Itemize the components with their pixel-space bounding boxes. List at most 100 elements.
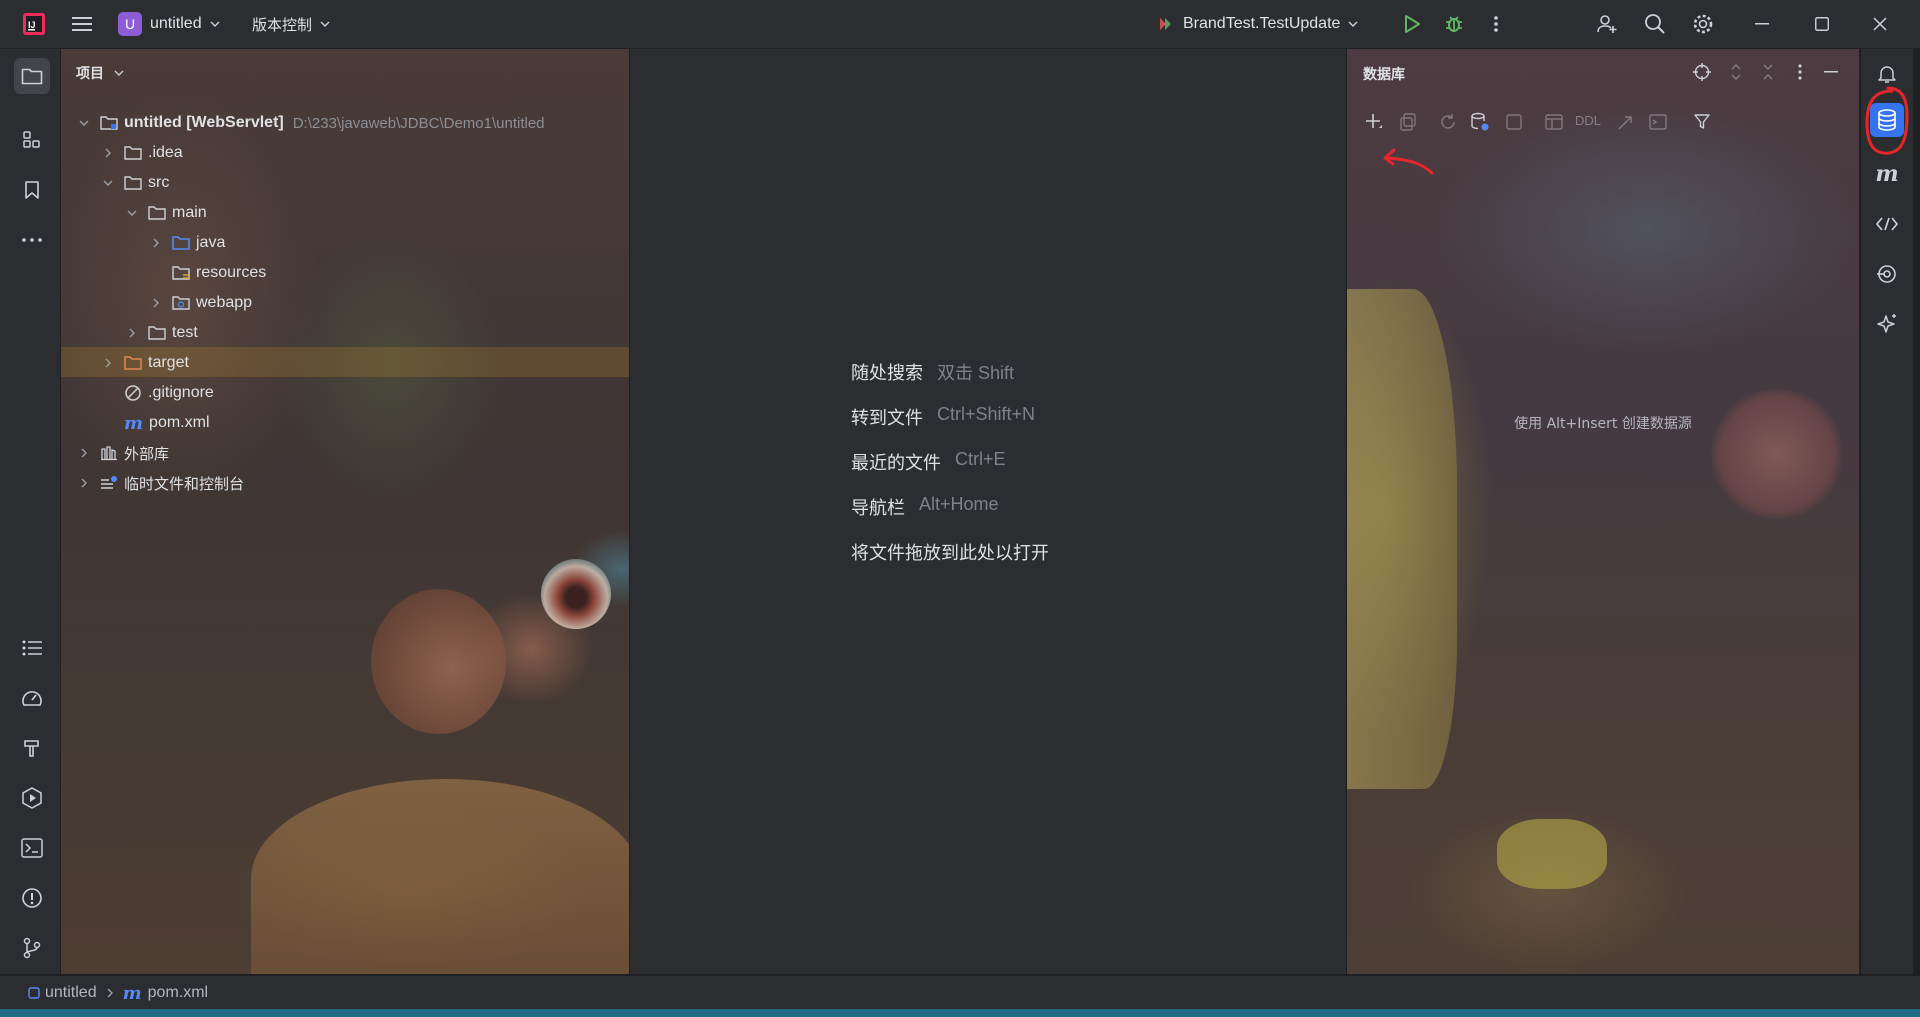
hint-label: 将文件拖放到此处以打开 — [851, 543, 1049, 564]
tree-row-external-libraries[interactable]: 外部库 — [76, 441, 169, 465]
chevron-right-icon[interactable] — [124, 325, 140, 341]
app-logo-icon[interactable]: IJ — [20, 10, 48, 38]
vcs-menu[interactable]: 版本控制 — [252, 0, 330, 48]
project-switcher[interactable]: U untitled — [118, 0, 220, 48]
breadcrumb-file[interactable]: pom.xml — [148, 984, 208, 1002]
tree-row-target[interactable]: target — [100, 351, 189, 375]
filter-icon[interactable] — [1691, 111, 1713, 133]
tree-row-resources[interactable]: resources — [172, 261, 266, 285]
excluded-folder-icon — [124, 355, 142, 371]
more-horizontal-icon[interactable] — [19, 227, 45, 253]
search-icon[interactable] — [1642, 12, 1668, 36]
problems-icon[interactable] — [19, 885, 45, 911]
tree-row-pom[interactable]: m pom.xml — [124, 411, 210, 435]
breadcrumb-project[interactable]: untitled — [45, 984, 97, 1002]
tree-label: main — [172, 204, 207, 221]
tree-row-gitignore[interactable]: .gitignore — [124, 381, 214, 405]
tree-row-main[interactable]: main — [124, 201, 207, 225]
refresh-icon[interactable] — [1437, 111, 1459, 133]
tree-row-project-root[interactable]: untitled [WebServlet] D:\233\javaweb\JDB… — [76, 111, 545, 135]
tree-row-java[interactable]: java — [148, 231, 225, 255]
terminal-icon[interactable] — [19, 835, 45, 861]
wallpaper-rock — [251, 779, 629, 974]
hamburger-menu-icon[interactable] — [70, 12, 94, 36]
debug-icon[interactable] — [1442, 12, 1466, 36]
tree-row-webapp[interactable]: webapp — [148, 291, 252, 315]
chevron-right-icon[interactable] — [148, 235, 164, 251]
project-panel-header[interactable]: 项目 — [76, 63, 124, 83]
tree-label: .gitignore — [148, 384, 214, 401]
chevron-right-icon[interactable] — [76, 475, 92, 491]
endpoints-icon[interactable] — [1874, 211, 1900, 237]
add-user-icon[interactable] — [1594, 12, 1620, 36]
project-badge: U — [118, 12, 142, 36]
table-icon[interactable] — [1543, 111, 1565, 133]
hide-panel-icon[interactable] — [1820, 61, 1842, 83]
git-icon[interactable] — [19, 935, 45, 961]
project-tool-window: 项目 untitled [WebServlet] D:\233\javaweb\… — [61, 49, 629, 974]
svg-text:IJ: IJ — [28, 20, 36, 30]
module-icon — [28, 987, 40, 999]
db-properties-icon[interactable] — [1469, 111, 1491, 133]
jump-icon[interactable] — [1615, 111, 1637, 133]
minimize-icon[interactable] — [1750, 12, 1774, 36]
tree-label: untitled [WebServlet] — [124, 114, 284, 131]
tree-row-test[interactable]: test — [124, 321, 198, 345]
chevron-right-icon — [107, 988, 113, 998]
library-icon — [100, 445, 118, 461]
more-vertical-icon[interactable] — [1486, 12, 1506, 36]
chevron-right-icon[interactable] — [100, 145, 116, 161]
tree-label: 外部库 — [124, 444, 170, 463]
hint-shortcut: Alt+Home — [919, 494, 999, 514]
services-icon[interactable] — [19, 785, 45, 811]
tree-row-scratches[interactable]: 临时文件和控制台 — [76, 471, 244, 495]
stop-icon[interactable] — [1503, 111, 1525, 133]
folder-icon[interactable] — [14, 58, 50, 94]
profiler-icon[interactable] — [19, 685, 45, 711]
chevron-right-icon[interactable] — [100, 355, 116, 371]
run-icon[interactable] — [1400, 12, 1424, 36]
maven-icon[interactable]: m — [1874, 161, 1900, 187]
close-icon[interactable] — [1868, 12, 1892, 36]
tree-label: 临时文件和控制台 — [124, 474, 245, 493]
test-config-icon — [1157, 16, 1173, 32]
bookmark-icon[interactable] — [19, 177, 45, 203]
more-vertical-icon[interactable] — [1789, 61, 1811, 83]
wallpaper-sponge — [1347, 289, 1457, 789]
crosshair-icon[interactable] — [1691, 61, 1713, 83]
tree-label: java — [196, 234, 226, 251]
expand-all-icon[interactable] — [1725, 61, 1747, 83]
console-icon[interactable] — [1647, 111, 1669, 133]
maximize-icon[interactable] — [1810, 12, 1834, 36]
structure-icon[interactable] — [19, 127, 45, 153]
chevron-down-icon[interactable] — [76, 115, 92, 131]
bell-icon[interactable] — [1874, 61, 1900, 87]
hint-shortcut: 双击 Shift — [937, 363, 1015, 383]
add-icon[interactable] — [1363, 111, 1385, 133]
chevron-down-icon — [320, 21, 330, 27]
hint-search-everywhere: 随处搜索 双击 Shift — [851, 359, 1014, 385]
wallpaper-coral — [1707, 389, 1847, 519]
title-bar: IJ U untitled 版本控制 BrandTest.TestUpdate — [0, 0, 1920, 49]
build-icon[interactable] — [19, 735, 45, 761]
hint-label: 导航栏 — [851, 498, 905, 519]
collapse-all-icon[interactable] — [1757, 61, 1779, 83]
gear-icon[interactable] — [1690, 12, 1716, 36]
chevron-right-icon[interactable] — [148, 295, 164, 311]
tree-row-idea[interactable]: .idea — [100, 141, 183, 165]
chevron-down-icon[interactable] — [100, 175, 116, 191]
annotation-arrow — [1383, 148, 1434, 175]
ddl-button[interactable]: DDL — [1575, 113, 1601, 128]
ai-assistant-icon[interactable] — [1874, 311, 1900, 337]
todo-list-icon[interactable] — [19, 635, 45, 661]
tree-label: target — [148, 354, 189, 371]
chevron-down-icon[interactable] — [124, 205, 140, 221]
project-path: D:\233\javaweb\JDBC\Demo1\untitled — [292, 114, 545, 132]
folder-icon — [148, 325, 166, 341]
tree-label: pom.xml — [149, 414, 210, 431]
run-config-selector[interactable]: BrandTest.TestUpdate — [1157, 0, 1358, 48]
chevron-right-icon[interactable] — [76, 445, 92, 461]
copy-icon[interactable] — [1397, 111, 1419, 133]
persistence-icon[interactable] — [1874, 261, 1900, 287]
tree-row-src[interactable]: src — [100, 171, 169, 195]
